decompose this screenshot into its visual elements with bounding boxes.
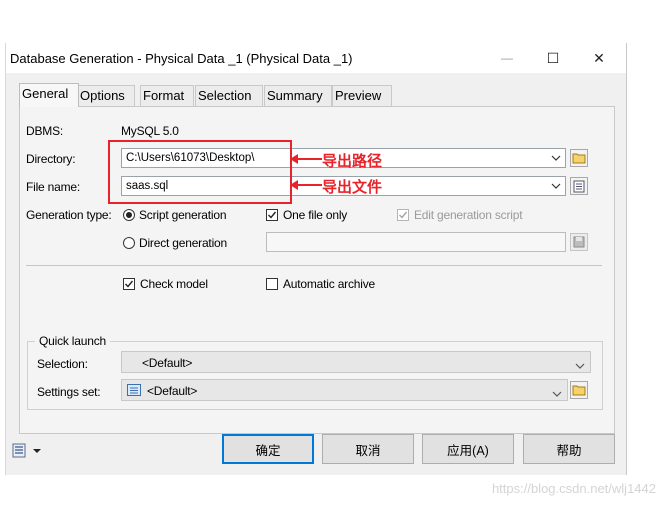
tab-general[interactable]: General <box>19 83 79 107</box>
tab-label: Format <box>143 88 185 103</box>
ok-button[interactable]: 确定 <box>222 434 314 464</box>
dbms-value: MySQL 5.0 <box>121 124 179 138</box>
script-generation-label: Script generation <box>139 208 227 222</box>
help-button[interactable]: 帮助 <box>523 434 615 464</box>
edit-generation-script-label: Edit generation script <box>414 208 523 222</box>
title-bar: Database Generation - Physical Data _1 (… <box>6 43 626 73</box>
tab-format[interactable]: Format <box>140 85 194 106</box>
settings-set-combo[interactable]: <Default> <box>121 379 568 401</box>
quick-launch-legend: Quick launch <box>35 334 110 348</box>
maximize-icon: ☐ <box>546 49 560 66</box>
annotation-highlight-box <box>108 140 292 204</box>
tab-label: Preview <box>335 88 382 103</box>
tab-label: Selection <box>198 88 252 103</box>
tab-label: Options <box>80 88 125 103</box>
annotation-export-file: 导出文件 <box>322 179 383 196</box>
browse-directory-button[interactable] <box>570 149 588 167</box>
chevron-down-icon[interactable] <box>552 386 562 400</box>
selection-menu-button[interactable] <box>12 442 48 460</box>
chevron-down-icon[interactable] <box>549 178 563 194</box>
database-generation-dialog: Database Generation - Physical Data _1 (… <box>5 43 627 475</box>
check-icon <box>399 211 408 219</box>
settings-set-value: <Default> <box>147 384 198 398</box>
selection-value: <Default> <box>142 356 193 370</box>
minimize-button[interactable]: — <box>484 43 530 73</box>
directory-label: Directory: <box>26 152 76 166</box>
one-file-only-checkbox[interactable] <box>266 209 278 221</box>
tab-options[interactable]: Options <box>77 85 135 106</box>
check-icon <box>268 211 277 219</box>
automatic-archive-label: Automatic archive <box>283 277 375 291</box>
apply-button[interactable]: 应用(A) <box>422 434 514 464</box>
selection-label: Selection: <box>37 357 88 371</box>
edit-generation-script-checkbox[interactable] <box>397 209 409 221</box>
list-menu-icon <box>12 443 26 458</box>
generation-type-label: Generation type: <box>26 208 112 222</box>
direct-generation-radio[interactable] <box>123 237 135 249</box>
check-icon <box>125 280 134 288</box>
folder-icon <box>572 153 586 164</box>
watermark: https://blog.csdn.net/wlj1442 <box>491 481 656 496</box>
properties-icon <box>573 180 585 192</box>
one-file-only-label: One file only <box>283 208 348 222</box>
close-button[interactable]: ✕ <box>576 43 622 73</box>
cancel-button[interactable]: 取消 <box>322 434 414 464</box>
tab-summary[interactable]: Summary <box>264 85 332 106</box>
annotation-arrows <box>290 154 322 190</box>
chevron-down-icon[interactable] <box>575 358 585 372</box>
tab-selection[interactable]: Selection <box>195 85 263 106</box>
tab-preview[interactable]: Preview <box>332 85 392 106</box>
maximize-button[interactable]: ☐ <box>530 43 576 73</box>
script-generation-radio[interactable] <box>123 209 135 221</box>
caret-down-icon <box>33 449 41 453</box>
chevron-down-icon[interactable] <box>549 150 563 166</box>
save-settings-icon <box>573 236 585 248</box>
filename-label: File name: <box>26 180 81 194</box>
data-source-input[interactable] <box>266 232 566 252</box>
folder-icon <box>572 385 586 396</box>
direct-generation-label: Direct generation <box>139 236 227 250</box>
browse-settings-button[interactable] <box>570 381 588 399</box>
tab-label: General <box>22 86 69 101</box>
annotation-export-path: 导出路径 <box>322 153 383 170</box>
selection-combo[interactable]: <Default> <box>121 351 591 373</box>
settings-set-label: Settings set: <box>37 385 101 399</box>
check-model-checkbox[interactable] <box>123 278 135 290</box>
minimize-icon: — <box>501 51 513 65</box>
window-title: Database Generation - Physical Data _1 (… <box>10 51 353 66</box>
dbms-label: DBMS: <box>26 124 64 138</box>
file-properties-button[interactable] <box>570 177 588 195</box>
tab-label: Summary <box>267 88 323 103</box>
automatic-archive-checkbox[interactable] <box>266 278 278 290</box>
close-icon: ✕ <box>593 49 605 66</box>
check-model-label: Check model <box>140 277 208 291</box>
settings-set-icon <box>127 384 141 399</box>
separator <box>26 265 602 266</box>
save-settings-button[interactable] <box>570 233 588 251</box>
